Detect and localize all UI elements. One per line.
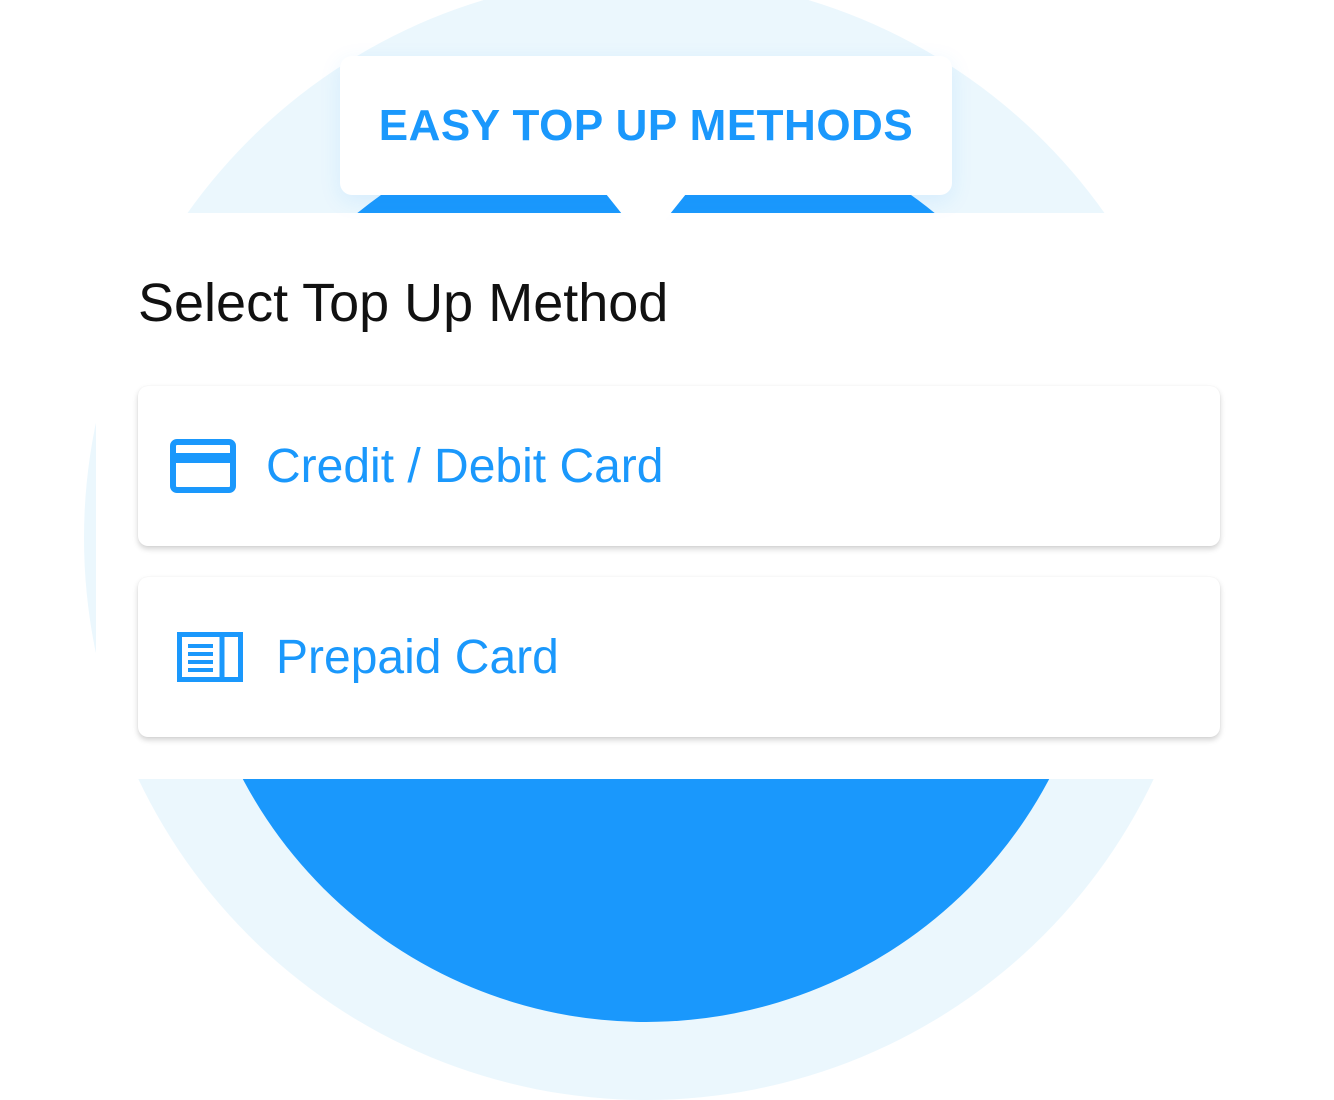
prepaid-card-option[interactable]: Prepaid Card [138,577,1220,737]
banner-tooltip-pointer [606,194,686,244]
credit-debit-card-option[interactable]: Credit / Debit Card [138,386,1220,546]
credit-debit-card-label: Credit / Debit Card [266,439,664,493]
banner-tooltip: EASY TOP UP METHODS [340,56,952,195]
page-title: Select Top Up Method [138,273,669,333]
banner-text: EASY TOP UP METHODS [378,100,914,150]
prepaid-card-icon [177,632,243,682]
prepaid-card-label: Prepaid Card [276,630,559,684]
credit-card-icon [170,439,236,493]
